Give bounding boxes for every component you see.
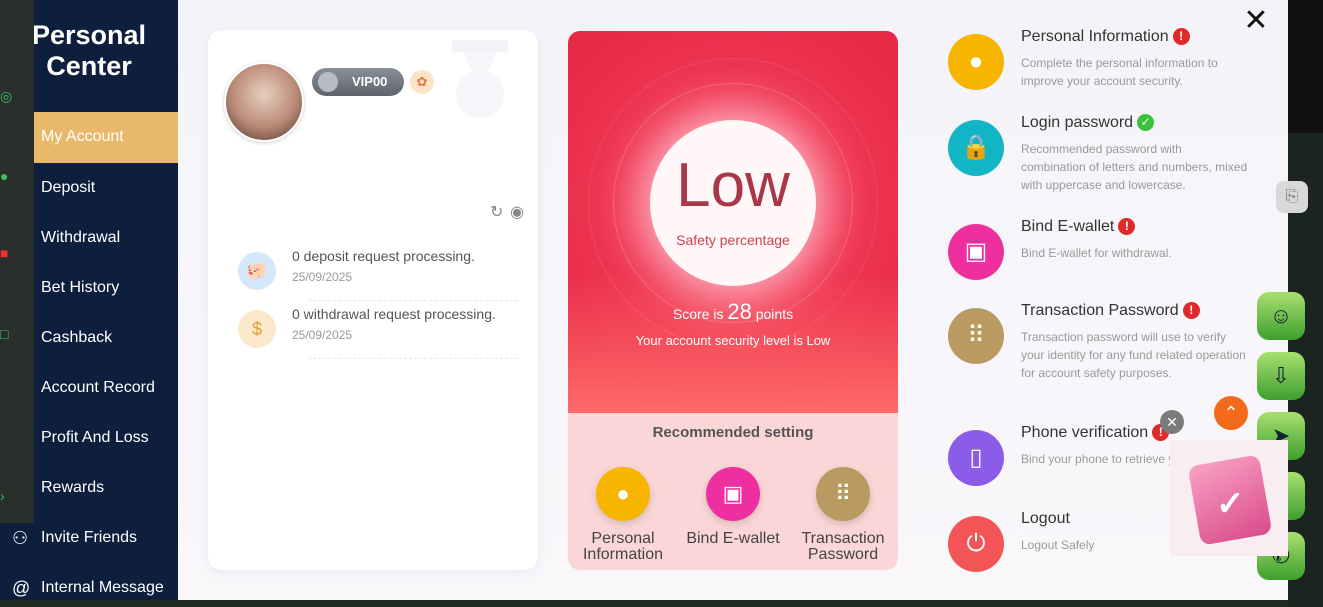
money-icon: $ — [238, 310, 276, 348]
promo-check-icon: ✓ — [1216, 485, 1245, 523]
background-arrow-icon: › — [0, 488, 5, 504]
download-icon[interactable]: ⇩ — [1257, 352, 1305, 400]
warning-icon: ! — [1182, 302, 1200, 320]
lock-icon: 🔒 — [948, 120, 1004, 176]
at-icon: @ — [12, 578, 31, 598]
warning-icon: ! — [1118, 218, 1136, 236]
recommended-transaction-password[interactable]: ⠿ Transaction Password — [788, 467, 898, 563]
phone-icon: ▯ — [948, 430, 1004, 486]
medal-icon — [452, 40, 508, 118]
divider — [308, 300, 518, 301]
avatar[interactable] — [224, 62, 304, 142]
keypad-icon: ⠿ — [948, 308, 1004, 364]
security-level-panel: Low Safety percentage Score is 28 points… — [568, 31, 898, 413]
user-icon: ● — [596, 467, 650, 521]
promo-close-button[interactable]: ✕ — [1160, 410, 1184, 434]
profile-card: VIP00 ✿ ↻ ◉ 🐖 0 deposit request processi… — [208, 30, 538, 570]
check-icon: ✓ — [1137, 114, 1155, 132]
warning-icon: ! — [1172, 28, 1190, 46]
scroll-top-icon[interactable]: ⌃ — [1214, 396, 1248, 430]
promo-widget[interactable]: ✓ — [1170, 440, 1288, 556]
keypad-icon: ⠿ — [816, 467, 870, 521]
power-icon: ⏻ — [948, 516, 1004, 572]
eye-icon[interactable]: ◉ — [510, 202, 524, 222]
safety-percentage-label: Safety percentage — [676, 232, 790, 248]
ewallet-icon: ▣ — [948, 224, 1004, 280]
recommended-bind-ewallet[interactable]: ▣ Bind E-wallet — [678, 467, 788, 547]
background-icon: ◎ — [0, 88, 13, 104]
background-header — [1288, 0, 1323, 133]
deposit-request-item: 🐖 0 deposit request processing. 25/09/20… — [238, 248, 518, 304]
security-score: Score is 28 points — [672, 299, 794, 324]
security-level-text: Your account security level is Low — [635, 333, 831, 348]
refresh-icon[interactable]: ↻ — [490, 202, 503, 222]
support-icon[interactable]: ☺ — [1257, 292, 1305, 340]
ewallet-icon: ▣ — [706, 467, 760, 521]
background-icon: ● — [0, 168, 9, 184]
personal-center-modal: Personal Center My Account Deposit Withdr… — [0, 0, 1288, 600]
divider — [308, 358, 518, 359]
piggy-bank-icon: 🐖 — [238, 252, 276, 290]
security-level-circle: Low Safety percentage — [650, 120, 816, 286]
close-button[interactable]: ✕ — [1241, 6, 1271, 36]
vip-medal-icon — [318, 72, 338, 92]
vip-badge[interactable]: VIP00 — [312, 68, 404, 96]
user-icon: ● — [948, 34, 1004, 90]
recommended-personal-information[interactable]: ● Personal Information — [568, 467, 678, 563]
sidebar-item-internal-message[interactable]: @ Internal Message — [0, 563, 178, 607]
withdrawal-request-item: $ 0 withdrawal request processing. 25/09… — [238, 306, 518, 362]
background-flag-icon: ■ — [0, 245, 9, 261]
background-icon: □ — [0, 326, 9, 342]
bookmark-icon[interactable]: ⎘ — [1276, 181, 1308, 213]
recommended-title: Recommended setting — [652, 424, 814, 441]
security-level-word: Low — [676, 151, 790, 220]
background-side-strip: ◎ ● ■ □ › — [0, 0, 34, 523]
security-card: Low Safety percentage Score is 28 points… — [568, 31, 898, 570]
gift-icon[interactable]: ✿ — [410, 70, 434, 94]
